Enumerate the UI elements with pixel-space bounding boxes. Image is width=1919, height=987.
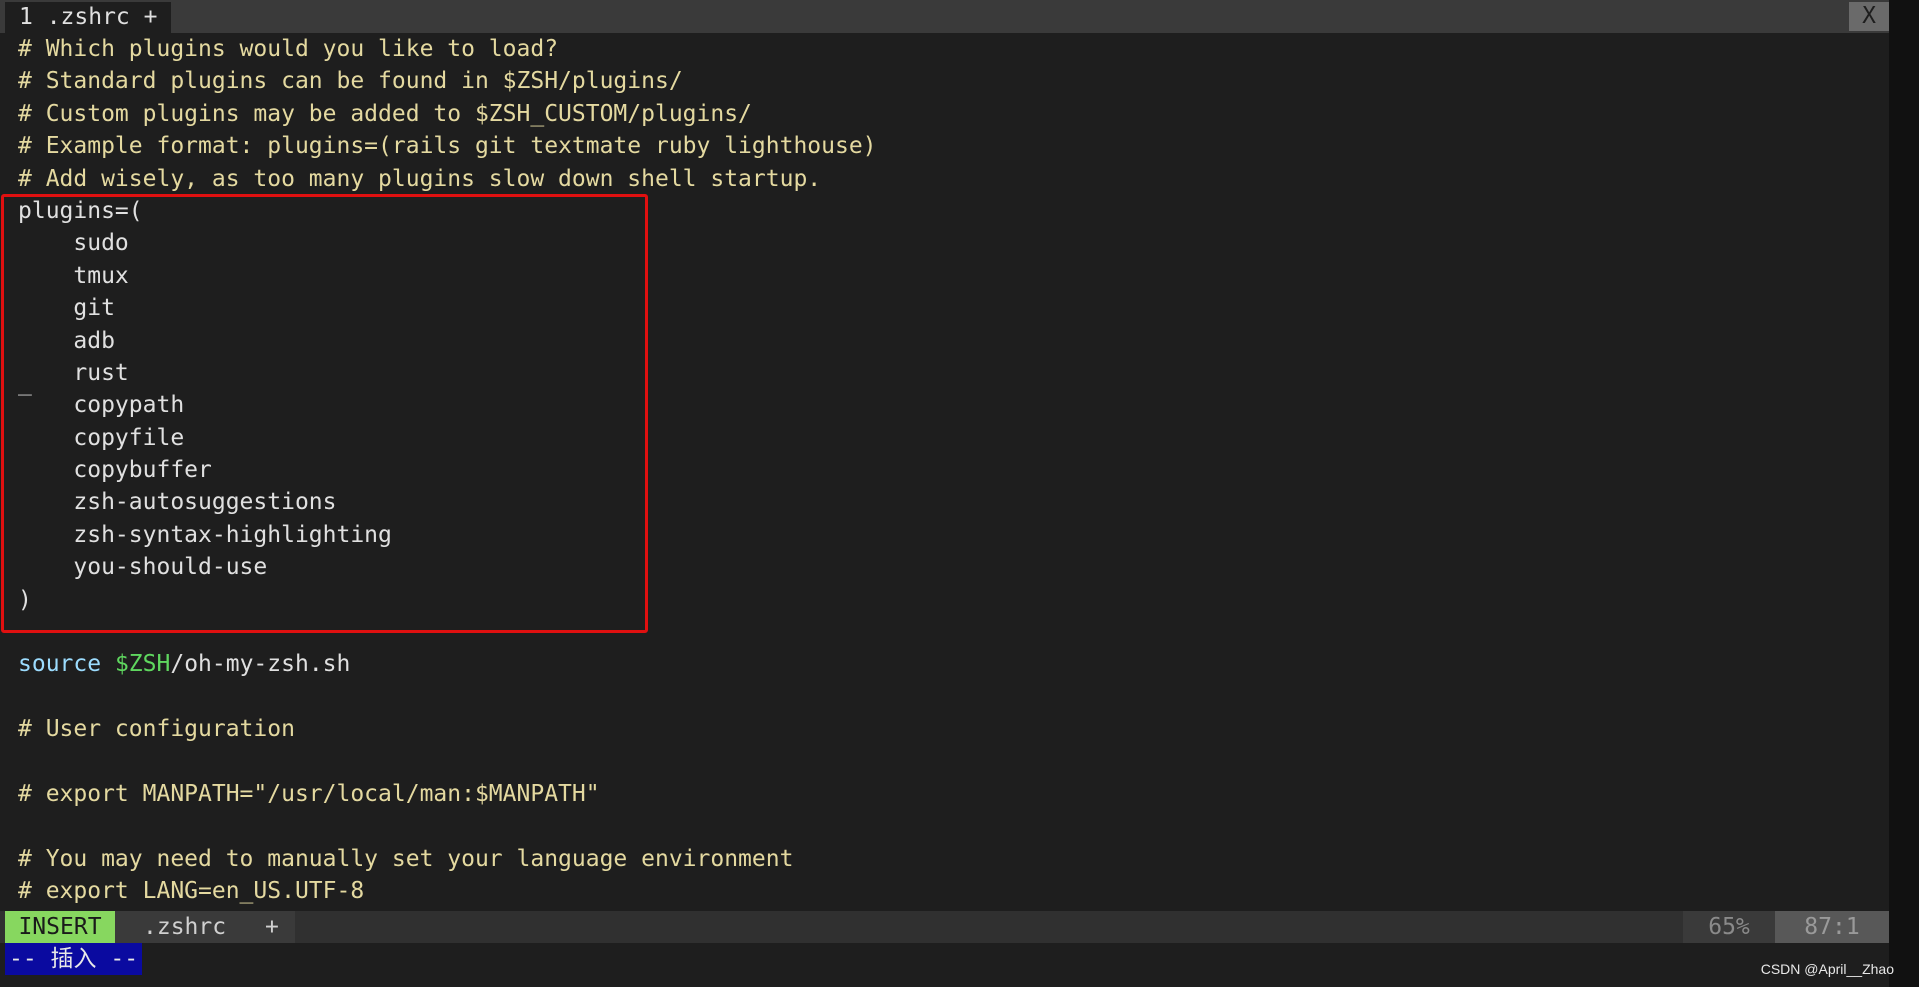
- code-text: copyfile: [18, 424, 185, 451]
- file-segment: .zshrc +: [115, 911, 295, 943]
- close-icon[interactable]: X: [1849, 2, 1889, 31]
- editor-buffer[interactable]: # Which plugins would you like to load? #…: [18, 33, 1878, 908]
- code-text: rust: [18, 359, 129, 386]
- modified-flag: +: [265, 914, 279, 940]
- watermark: CSDN @April__Zhao: [1760, 961, 1894, 977]
- code-line[interactable]: [18, 746, 1878, 778]
- code-text: sudo: [18, 230, 129, 257]
- code-line[interactable]: you-should-use: [18, 551, 1878, 583]
- code-text: zsh-autosuggestions: [18, 489, 337, 516]
- scroll-percent: 65%: [1683, 911, 1775, 943]
- comment-text: # You may need to manually set your lang…: [18, 845, 794, 872]
- code-line[interactable]: git: [18, 292, 1878, 324]
- code-line[interactable]: adb: [18, 325, 1878, 357]
- code-line[interactable]: # Which plugins would you like to load?: [18, 33, 1878, 65]
- variable-token: $ZSH: [114, 651, 171, 678]
- code-line[interactable]: # You may need to manually set your lang…: [18, 843, 1878, 875]
- comment-text: # export MANPATH="/usr/local/man:$MANPAT…: [18, 780, 600, 807]
- code-text: zsh-syntax-highlighting: [18, 521, 392, 548]
- code-text: you-should-use: [18, 554, 268, 581]
- code-line[interactable]: # User configuration: [18, 713, 1878, 745]
- comment-text: # Custom plugins may be added to $ZSH_CU…: [18, 100, 752, 127]
- vim-window: 1 .zshrc + X # Which plugins would you l…: [0, 0, 1889, 987]
- comment-text: # export LANG=en_US.UTF-8: [18, 878, 365, 905]
- code-text: plugins=(: [18, 197, 143, 224]
- code-line[interactable]: copybuffer: [18, 454, 1878, 486]
- statusline: INSERT .zshrc + 65% 87:1: [0, 911, 1889, 943]
- cursor-position: 87:1: [1775, 911, 1889, 943]
- code-text: tmux: [18, 262, 129, 289]
- code-line[interactable]: copyfile: [18, 422, 1878, 454]
- code-text: git: [18, 295, 115, 322]
- code-text: ): [18, 586, 32, 613]
- code-line[interactable]: zsh-syntax-highlighting: [18, 519, 1878, 551]
- code-line[interactable]: [18, 681, 1878, 713]
- code-line[interactable]: sudo: [18, 227, 1878, 259]
- tabline: 1 .zshrc + X: [0, 0, 1889, 33]
- code-line[interactable]: source $ZSH/oh-my-zsh.sh: [18, 648, 1878, 680]
- code-line[interactable]: # Standard plugins can be found in $ZSH/…: [18, 65, 1878, 97]
- cursor-marker: _: [18, 370, 32, 396]
- keyword-token: source: [18, 651, 102, 678]
- code-line[interactable]: # export MANPATH="/usr/local/man:$MANPAT…: [18, 778, 1878, 810]
- file-name: .zshrc: [143, 914, 227, 940]
- code-line[interactable]: copypath: [18, 389, 1878, 421]
- code-text: adb: [18, 327, 115, 354]
- comment-text: # Example format: plugins=(rails git tex…: [18, 133, 877, 160]
- code-line[interactable]: [18, 616, 1878, 648]
- comment-text: # Standard plugins can be found in $ZSH/…: [18, 68, 683, 95]
- window-edge: [1889, 0, 1919, 987]
- mode-indicator: INSERT: [5, 911, 115, 943]
- insert-mode-message: -- 插入 --: [5, 943, 143, 975]
- code-line[interactable]: # Custom plugins may be added to $ZSH_CU…: [18, 98, 1878, 130]
- command-line[interactable]: -- 插入 --: [0, 943, 1889, 987]
- code-line[interactable]: # export LANG=en_US.UTF-8: [18, 875, 1878, 907]
- code-line[interactable]: zsh-autosuggestions: [18, 486, 1878, 518]
- code-text: copypath: [18, 392, 185, 419]
- code-line[interactable]: # Add wisely, as too many plugins slow d…: [18, 163, 1878, 195]
- code-line[interactable]: tmux: [18, 260, 1878, 292]
- code-line[interactable]: rust: [18, 357, 1878, 389]
- tab-zshrc[interactable]: 1 .zshrc +: [5, 2, 172, 33]
- code-line[interactable]: [18, 810, 1878, 842]
- comment-text: # Add wisely, as too many plugins slow d…: [18, 165, 822, 192]
- comment-text: # Which plugins would you like to load?: [18, 36, 559, 62]
- code-line[interactable]: plugins=(: [18, 195, 1878, 227]
- code-line[interactable]: ): [18, 584, 1878, 616]
- code-text: copybuffer: [18, 457, 212, 484]
- code-line[interactable]: # Example format: plugins=(rails git tex…: [18, 130, 1878, 162]
- comment-text: # User configuration: [18, 716, 295, 743]
- path-token: /oh-my-zsh.sh: [170, 651, 351, 678]
